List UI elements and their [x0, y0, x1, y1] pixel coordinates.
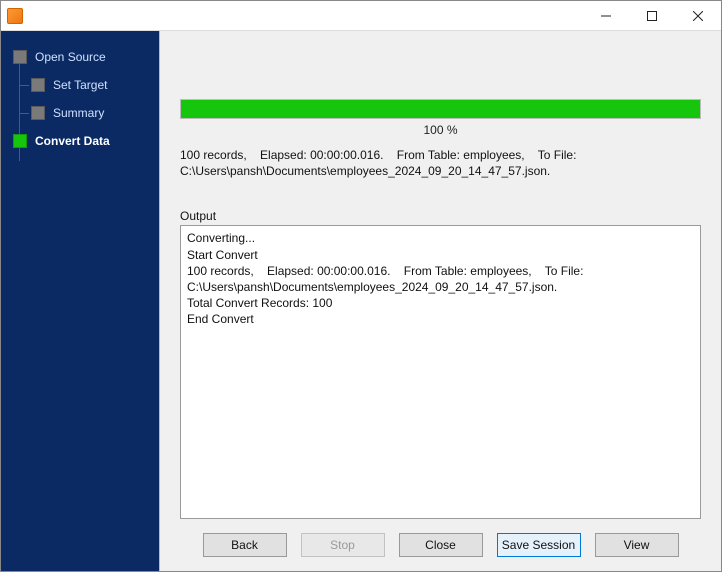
step-box-icon: [31, 106, 45, 120]
close-window-button[interactable]: [675, 1, 721, 30]
app-icon: [7, 8, 23, 24]
titlebar-left: [1, 8, 23, 24]
save-session-button[interactable]: Save Session: [497, 533, 581, 557]
titlebar: [1, 1, 721, 31]
output-label: Output: [168, 209, 713, 225]
status-text: 100 records, Elapsed: 00:00:00.016. From…: [168, 147, 713, 179]
content-area: 100 % 100 records, Elapsed: 00:00:00.016…: [168, 39, 713, 527]
maximize-icon: [647, 11, 657, 21]
tree-conn: [19, 113, 29, 114]
stop-button: Stop: [301, 533, 385, 557]
minimize-button[interactable]: [583, 1, 629, 30]
close-icon: [693, 11, 703, 21]
close-button[interactable]: Close: [399, 533, 483, 557]
step-box-icon: [13, 50, 27, 64]
output-box-wrap: Converting... Start Convert 100 records,…: [168, 225, 713, 527]
view-button[interactable]: View: [595, 533, 679, 557]
minimize-icon: [601, 11, 611, 21]
wizard-step-open-source[interactable]: Open Source: [1, 43, 159, 71]
body: Open Source Set Target Summary Convert D…: [1, 31, 721, 571]
step-label: Set Target: [53, 78, 107, 92]
window-controls: [583, 1, 721, 30]
progress-wrap: 100 %: [168, 99, 713, 147]
wizard-sidebar: Open Source Set Target Summary Convert D…: [1, 31, 159, 571]
wizard-step-summary[interactable]: Summary: [1, 99, 159, 127]
maximize-button[interactable]: [629, 1, 675, 30]
step-label: Convert Data: [35, 134, 110, 148]
back-button[interactable]: Back: [203, 533, 287, 557]
step-label: Summary: [53, 106, 104, 120]
output-log[interactable]: Converting... Start Convert 100 records,…: [180, 225, 701, 519]
button-row: Back Stop Close Save Session View: [168, 527, 713, 563]
progress-bar: [180, 99, 701, 119]
step-label: Open Source: [35, 50, 106, 64]
spacer: [168, 39, 713, 99]
wizard-step-set-target[interactable]: Set Target: [1, 71, 159, 99]
tree-conn: [19, 85, 29, 86]
step-box-icon: [31, 78, 45, 92]
progress-fill: [181, 100, 700, 118]
main-panel: 100 % 100 records, Elapsed: 00:00:00.016…: [159, 31, 721, 571]
step-box-icon: [13, 134, 27, 148]
wizard-step-convert-data[interactable]: Convert Data: [1, 127, 159, 155]
progress-percent-label: 100 %: [180, 123, 701, 137]
